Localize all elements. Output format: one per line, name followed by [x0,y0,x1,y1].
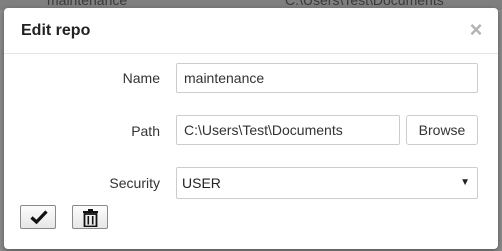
path-label: Path [131,123,160,139]
delete-button[interactable] [72,205,108,229]
confirm-button[interactable] [20,205,56,229]
dialog-header: Edit repo × [4,8,498,54]
background-cell-path: C:\Users\Test\Documents [285,0,444,8]
security-selected-value: USER [182,175,221,191]
security-select[interactable]: USER ▼ [176,167,478,199]
security-label: Security [109,175,160,191]
close-icon[interactable]: × [468,19,484,41]
chevron-down-icon: ▼ [460,177,470,188]
dialog-title: Edit repo [21,22,91,39]
name-input[interactable] [176,63,478,93]
checkmark-icon [30,210,48,225]
trash-icon [83,209,98,227]
background-cell-name: maintenance [47,0,128,8]
path-input[interactable] [176,115,400,145]
edit-repo-dialog: Edit repo × Name Path Browse Security US… [4,8,498,249]
browse-button[interactable]: Browse [406,115,478,145]
name-label: Name [122,70,160,86]
